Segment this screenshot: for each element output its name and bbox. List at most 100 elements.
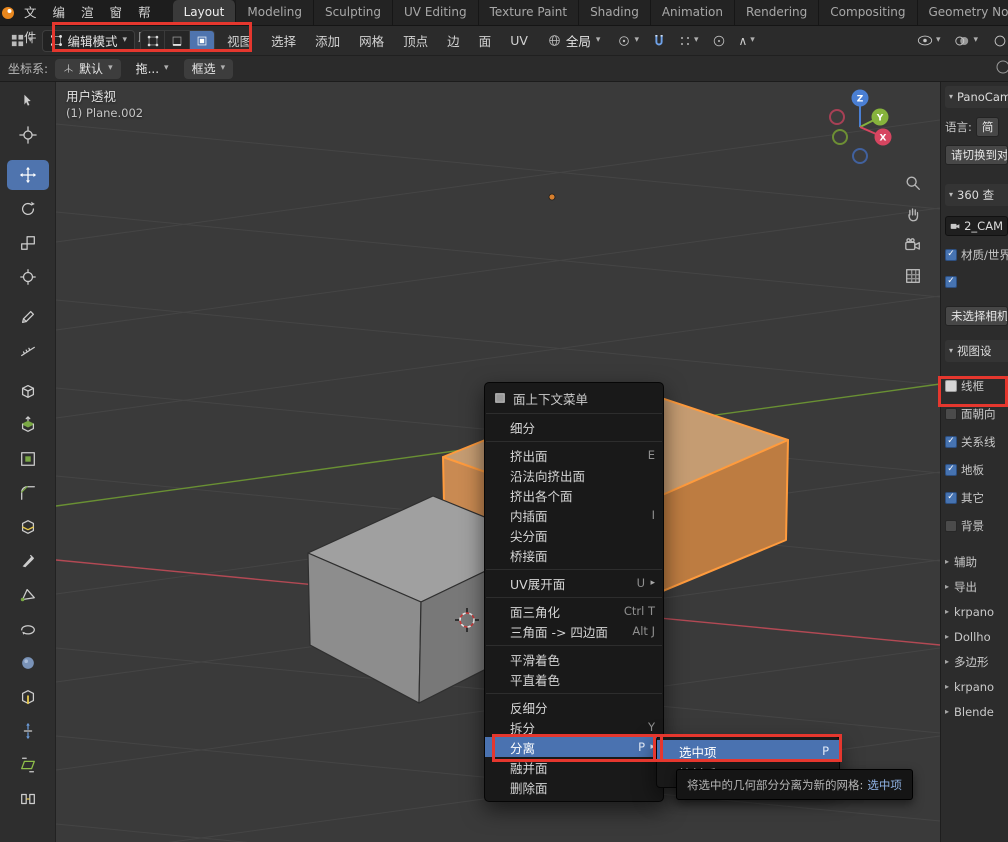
menu-add[interactable]: 添加 [308, 29, 347, 52]
tool-shear[interactable] [7, 750, 49, 780]
pivot-point-button[interactable]: ▾ [613, 30, 643, 52]
menu-face[interactable]: 面 [472, 29, 499, 52]
menu-item-uv-unwrap[interactable]: UV展开面U▸ [485, 573, 663, 593]
select-box-dropdown[interactable]: 框选 ▾ [184, 59, 234, 79]
section-view-settings[interactable]: ▾ 视图设 [945, 340, 1008, 362]
tab-shading[interactable]: Shading [579, 0, 651, 25]
camera-select-field[interactable]: 2_CAM [945, 216, 1008, 236]
extra-check[interactable]: ✓ [945, 273, 1008, 290]
coordinate-system-dropdown[interactable]: 默认 ▾ [55, 59, 121, 79]
tool-smooth[interactable] [7, 648, 49, 678]
tab-geometry-nodes[interactable]: Geometry Nodes [918, 0, 1008, 25]
menu-item-subdivide[interactable]: 细分 [485, 417, 663, 437]
orthographic-grid-icon[interactable] [902, 265, 924, 287]
tool-edge-slide[interactable] [7, 682, 49, 712]
vertex-select-button[interactable] [140, 30, 165, 52]
tool-poly-build[interactable] [7, 580, 49, 610]
tool-shrink-fatten[interactable] [7, 716, 49, 746]
blender-logo-icon[interactable] [0, 0, 16, 25]
section-krpano-1[interactable]: ▸krpano [945, 602, 1008, 622]
menu-select[interactable]: 选择 [264, 29, 303, 52]
menu-item-bridge-faces[interactable]: 桥接面 [485, 545, 663, 565]
3d-viewport[interactable]: 用户透视 (1) Plane.002 Z [56, 82, 940, 842]
tool-measure[interactable] [7, 336, 49, 366]
edge-select-button[interactable] [165, 30, 190, 52]
snap-toggle-button[interactable] [648, 30, 670, 52]
no-camera-button[interactable]: 未选择相机 [945, 306, 1008, 326]
tool-inset-faces[interactable] [7, 444, 49, 474]
tool-cursor[interactable] [7, 120, 49, 150]
pan-hand-icon[interactable] [902, 203, 924, 225]
menu-item-triangulate[interactable]: 面三角化Ctrl T [485, 601, 663, 621]
viewport-gizmos-button[interactable]: ▾ [950, 30, 982, 52]
menu-file[interactable]: 文件 [16, 0, 45, 25]
menu-item-shade-flat[interactable]: 平直着色 [485, 669, 663, 689]
editor-type-button[interactable]: ▾ [6, 30, 37, 52]
section-krpano-2[interactable]: ▸krpano [945, 677, 1008, 697]
tool-extrude-region[interactable] [7, 410, 49, 440]
menu-item-unsubdivide[interactable]: 反细分 [485, 697, 663, 717]
tab-animation[interactable]: Animation [651, 0, 735, 25]
menu-render[interactable]: 渲染 [73, 0, 102, 25]
menu-window[interactable]: 窗口 [102, 0, 131, 25]
snap-settings-button[interactable]: ▾ [675, 30, 703, 52]
menu-item-dissolve-faces[interactable]: 融并面 [485, 757, 663, 777]
tool-move[interactable] [7, 160, 49, 190]
tab-layout[interactable]: Layout [173, 0, 237, 25]
tool-transform[interactable] [7, 262, 49, 292]
menu-item-extrude-along-normals[interactable]: 沿法向挤出面 [485, 465, 663, 485]
menu-help[interactable]: 帮助 [130, 0, 159, 25]
navigation-gizmo[interactable]: Z Y X [800, 82, 930, 177]
check-face-orientation[interactable]: 面朝向 [945, 405, 1008, 422]
menu-item-tris-to-quads[interactable]: 三角面 -> 四边面Alt J [485, 621, 663, 641]
sidebar-tab-panocam[interactable]: ▾ PanoCam [945, 86, 1008, 108]
check-wireframe[interactable]: 线框 [945, 377, 1008, 394]
viewport-shading-button[interactable] [988, 30, 1008, 52]
section-polygon[interactable]: ▸多边形 [945, 652, 1008, 672]
tool-rotate[interactable] [7, 194, 49, 224]
check-other[interactable]: ✓ 其它 [945, 489, 1008, 506]
tab-uv-editing[interactable]: UV Editing [393, 0, 479, 25]
tool-loop-cut[interactable] [7, 512, 49, 542]
section-360-view[interactable]: ▾ 360 查 [945, 184, 1008, 206]
menu-edit[interactable]: 编辑 [45, 0, 74, 25]
tool-add-cube[interactable] [7, 376, 49, 406]
menu-mesh[interactable]: 网格 [352, 29, 391, 52]
section-assist[interactable]: ▸辅助 [945, 552, 1008, 572]
menu-item-delete-faces[interactable]: 删除面 [485, 777, 663, 797]
menu-edge[interactable]: 边 [440, 29, 467, 52]
menu-vertex[interactable]: 顶点 [396, 29, 435, 52]
tool-rip-region[interactable] [7, 784, 49, 814]
submenu-item-selection[interactable]: 选中项P [657, 740, 839, 762]
check-background[interactable]: 背景 [945, 517, 1008, 534]
section-export[interactable]: ▸导出 [945, 577, 1008, 597]
tab-rendering[interactable]: Rendering [735, 0, 819, 25]
menu-uv[interactable]: UV [503, 31, 535, 50]
menu-item-poke-faces[interactable]: 尖分面 [485, 525, 663, 545]
section-blender[interactable]: ▸Blende [945, 702, 1008, 722]
menu-item-extrude-individual[interactable]: 挤出各个面 [485, 485, 663, 505]
section-dollhouse[interactable]: ▸Dollho [945, 627, 1008, 647]
tab-modeling[interactable]: Modeling [236, 0, 314, 25]
menu-item-separate[interactable]: 分离P▸ [485, 737, 663, 757]
switch-object-button[interactable]: 请切换到对 [945, 145, 1008, 165]
menu-view[interactable]: 视图 [220, 29, 259, 52]
language-button[interactable]: 简 [976, 117, 1000, 137]
show-object-types-button[interactable]: ▾ [913, 30, 945, 52]
tool-spin[interactable] [7, 614, 49, 644]
tab-texture-paint[interactable]: Texture Paint [479, 0, 579, 25]
tool-tweak-select[interactable] [7, 86, 49, 116]
check-relationship-lines[interactable]: ✓ 关系线 [945, 433, 1008, 450]
material-world-check[interactable]: ✓ 材质/世界 [945, 246, 1008, 263]
proportional-falloff-button[interactable]: ∧ ▾ [735, 30, 759, 52]
drag-dropdown[interactable]: 拖... ▾ [128, 59, 177, 79]
tool-annotate[interactable] [7, 302, 49, 332]
menu-item-extrude-faces[interactable]: 挤出面E [485, 445, 663, 465]
tab-sculpting[interactable]: Sculpting [314, 0, 393, 25]
transform-orientation-dropdown[interactable]: 全局 ▾ [540, 30, 609, 52]
tab-compositing[interactable]: Compositing [819, 0, 917, 25]
menu-item-split[interactable]: 拆分Y [485, 717, 663, 737]
tool-bevel[interactable] [7, 478, 49, 508]
menu-item-shade-smooth[interactable]: 平滑着色 [485, 649, 663, 669]
zoom-icon[interactable] [902, 172, 924, 194]
